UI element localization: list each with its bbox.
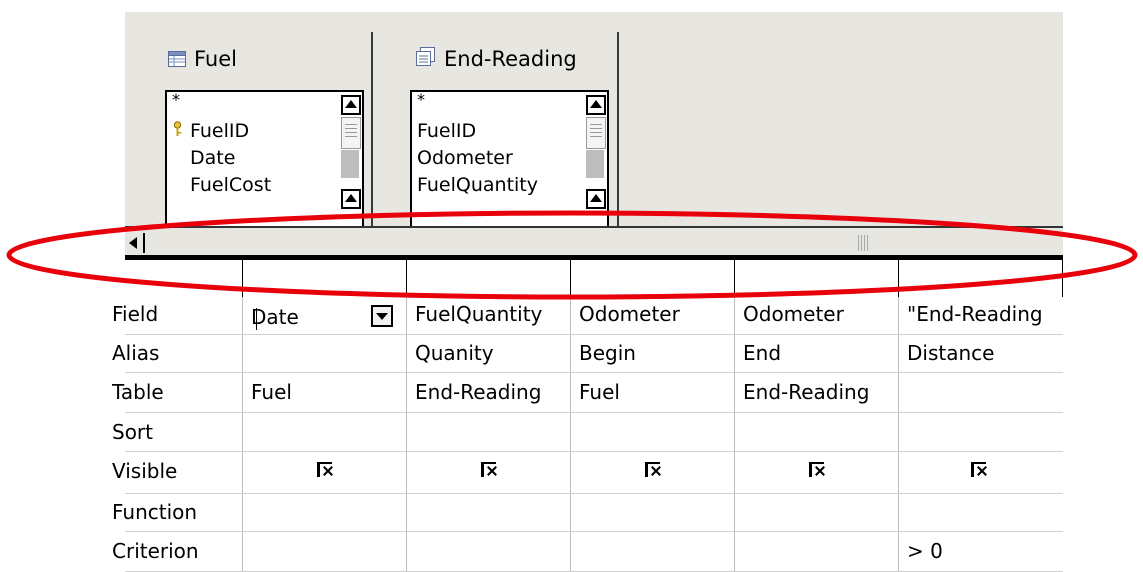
alias-cell[interactable]: Quanity	[409, 334, 569, 372]
column-header-divider[interactable]	[734, 260, 735, 297]
table-cell[interactable]: Fuel	[573, 373, 733, 411]
table-cell[interactable]	[901, 373, 1063, 411]
table-cell[interactable]: Fuel	[245, 373, 403, 411]
field-cell[interactable]: "End-Reading	[901, 295, 1063, 333]
table-cell[interactable]: End-Reading	[737, 373, 897, 411]
alias-cell[interactable]	[245, 334, 403, 372]
column-header-divider[interactable]	[406, 260, 407, 297]
text-cursor	[256, 308, 257, 330]
criterion-cell[interactable]: > 0	[901, 532, 1063, 570]
criterion-cell[interactable]	[245, 532, 403, 570]
alias-cell[interactable]: Begin	[573, 334, 733, 372]
criterion-cell[interactable]	[409, 532, 569, 570]
column-header-divider[interactable]	[898, 260, 899, 297]
grid-line	[406, 260, 407, 572]
visible-checkbox[interactable]	[645, 462, 660, 477]
query-design-grid: Field Alias Table Sort Visible Function …	[0, 0, 1143, 572]
row-label-criterion[interactable]: Criterion	[112, 532, 242, 570]
criterion-cell[interactable]	[573, 532, 733, 570]
field-cell[interactable]: Date	[245, 298, 367, 336]
grid-line	[570, 260, 571, 572]
field-cell[interactable]: Odometer	[573, 295, 733, 333]
field-cell[interactable]: Odometer	[737, 295, 897, 333]
row-label-alias[interactable]: Alias	[112, 334, 242, 372]
column-header-divider[interactable]	[242, 260, 243, 297]
grid-line	[898, 260, 899, 572]
column-header-divider[interactable]	[570, 260, 571, 297]
visible-checkbox[interactable]	[317, 462, 332, 477]
criterion-cell[interactable]	[737, 532, 897, 570]
column-header-divider[interactable]	[1062, 260, 1063, 297]
visible-checkbox[interactable]	[809, 462, 824, 477]
grid-line	[125, 451, 1063, 452]
alias-cell[interactable]: End	[737, 334, 897, 372]
table-cell[interactable]: End-Reading	[409, 373, 569, 411]
row-label-sort[interactable]: Sort	[112, 413, 242, 451]
grid-line	[242, 260, 243, 572]
row-label-table[interactable]: Table	[112, 373, 242, 411]
visible-checkbox[interactable]	[481, 462, 496, 477]
row-label-field[interactable]: Field	[112, 295, 242, 333]
grid-line	[734, 260, 735, 572]
field-cell[interactable]: FuelQuantity	[409, 295, 569, 333]
visible-checkbox[interactable]	[971, 462, 986, 477]
row-label-function[interactable]: Function	[112, 493, 242, 531]
alias-cell[interactable]: Distance	[901, 334, 1063, 372]
grid-line	[125, 412, 1063, 413]
grid-line	[125, 493, 1063, 494]
field-dropdown-button[interactable]	[371, 305, 393, 327]
row-label-visible[interactable]: Visible	[112, 452, 242, 490]
